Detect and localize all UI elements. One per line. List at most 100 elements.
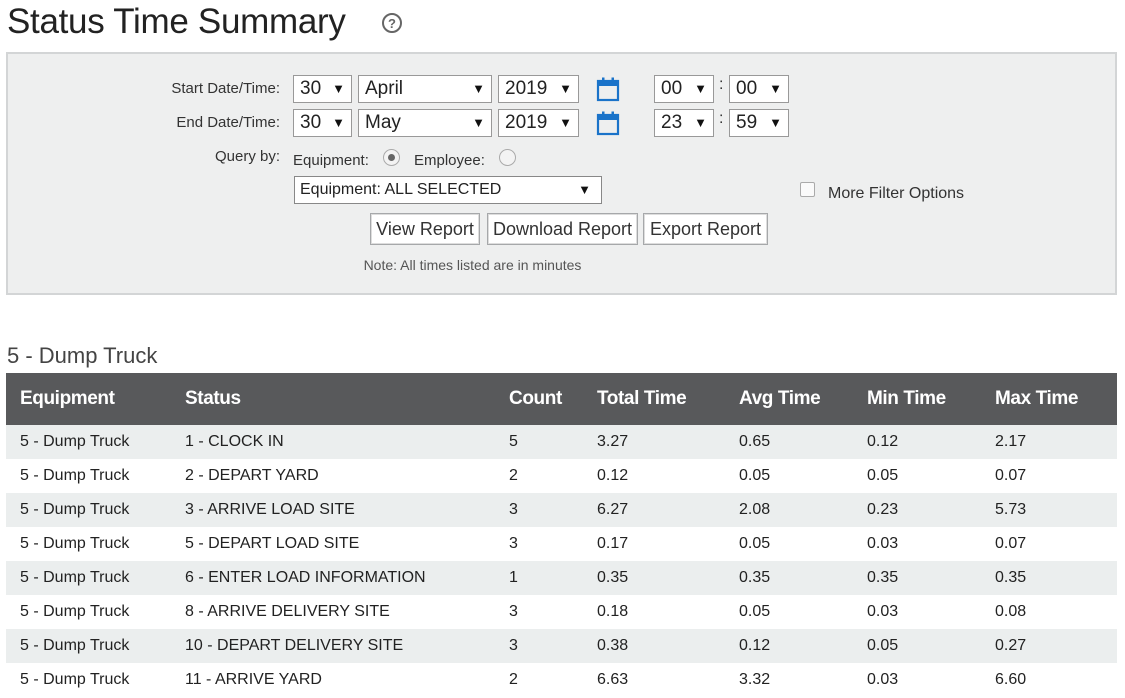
chevron-down-icon: ▼ [472,81,485,96]
equipment-radio-label: Equipment: [293,152,369,169]
start-year-value: 2019 [505,78,548,99]
column-header-avg-time[interactable]: Avg Time [725,373,853,425]
cell-count: 3 [495,629,583,663]
cell-equipment: 5 - Dump Truck [6,595,171,629]
page-title: Status Time Summary [7,2,346,41]
download-report-button[interactable]: Download Report [487,213,638,245]
cell-avg-time: 0.35 [725,561,853,595]
column-header-total-time[interactable]: Total Time [583,373,725,425]
view-report-button[interactable]: View Report [370,213,480,245]
end-month-select[interactable]: May ▼ [358,109,492,137]
more-filter-label[interactable]: More Filter Options [828,185,964,203]
cell-count: 3 [495,527,583,561]
cell-avg-time: 0.05 [725,459,853,493]
cell-count: 2 [495,459,583,493]
table-row: 5 - Dump Truck 3 - ARRIVE LOAD SITE 3 6.… [6,493,1117,527]
chevron-down-icon: ▼ [694,81,707,96]
cell-total-time: 0.18 [583,595,725,629]
cell-min-time: 0.03 [853,663,981,697]
chevron-down-icon: ▼ [559,115,572,130]
start-day-value: 30 [300,78,322,99]
cell-min-time: 0.23 [853,493,981,527]
start-year-select[interactable]: 2019 ▼ [498,75,579,103]
group-title: 5 - Dump Truck [7,343,158,368]
equipment-select-value: Equipment: ALL SELECTED [300,181,502,198]
cell-status: 6 - ENTER LOAD INFORMATION [171,561,495,595]
chevron-down-icon: ▼ [472,115,485,130]
cell-max-time: 5.73 [981,493,1117,527]
cell-max-time: 0.08 [981,595,1117,629]
cell-status: 1 - CLOCK IN [171,425,495,459]
chevron-down-icon: ▼ [559,81,572,96]
cell-status: 8 - ARRIVE DELIVERY SITE [171,595,495,629]
column-header-min-time[interactable]: Min Time [853,373,981,425]
end-datetime-label: End Date/Time: [176,114,280,131]
cell-status: 3 - ARRIVE LOAD SITE [171,493,495,527]
cell-count: 1 [495,561,583,595]
export-report-button[interactable]: Export Report [643,213,768,245]
cell-count: 2 [495,663,583,697]
time-separator: : [719,76,724,93]
cell-status: 10 - DEPART DELIVERY SITE [171,629,495,663]
column-header-max-time[interactable]: Max Time [981,373,1117,425]
equipment-radio[interactable] [383,149,400,166]
start-datetime-label: Start Date/Time: [171,80,280,97]
table-header-row: Equipment Status Count Total Time Avg Ti… [6,373,1117,425]
end-day-select[interactable]: 30 ▼ [293,109,352,137]
chevron-down-icon: ▼ [694,115,707,130]
cell-total-time: 0.38 [583,629,725,663]
calendar-icon[interactable] [596,76,620,102]
end-year-select[interactable]: 2019 ▼ [498,109,579,137]
table-row: 5 - Dump Truck 8 - ARRIVE DELIVERY SITE … [6,595,1117,629]
column-header-count[interactable]: Count [495,373,583,425]
calendar-icon[interactable] [596,110,620,136]
cell-max-time: 6.60 [981,663,1117,697]
cell-equipment: 5 - Dump Truck [6,561,171,595]
cell-total-time: 0.35 [583,561,725,595]
cell-max-time: 0.27 [981,629,1117,663]
cell-avg-time: 0.05 [725,527,853,561]
cell-total-time: 3.27 [583,425,725,459]
start-minute-value: 00 [736,78,758,99]
cell-avg-time: 2.08 [725,493,853,527]
start-hour-select[interactable]: 00 ▼ [654,75,714,103]
end-year-value: 2019 [505,112,548,133]
time-separator: : [719,110,724,127]
cell-avg-time: 0.12 [725,629,853,663]
cell-count: 3 [495,595,583,629]
cell-equipment: 5 - Dump Truck [6,663,171,697]
end-hour-select[interactable]: 23 ▼ [654,109,714,137]
column-header-status[interactable]: Status [171,373,495,425]
cell-min-time: 0.05 [853,629,981,663]
chevron-down-icon: ▼ [332,115,345,130]
employee-radio-label: Employee: [414,152,485,169]
cell-total-time: 0.17 [583,527,725,561]
query-by-label: Query by: [214,148,280,165]
start-month-select[interactable]: April ▼ [358,75,492,103]
column-header-equipment[interactable]: Equipment [6,373,171,425]
employee-radio[interactable] [499,149,516,166]
filter-panel: Start Date/Time: 30 ▼ April ▼ 2019 ▼ 00 … [6,52,1117,295]
cell-min-time: 0.03 [853,527,981,561]
table-row: 5 - Dump Truck 1 - CLOCK IN 5 3.27 0.65 … [6,425,1117,459]
minutes-note: Note: All times listed are in minutes [363,257,582,273]
start-day-select[interactable]: 30 ▼ [293,75,352,103]
cell-equipment: 5 - Dump Truck [6,459,171,493]
cell-min-time: 0.35 [853,561,981,595]
equipment-select[interactable]: Equipment: ALL SELECTED ▼ [294,176,602,204]
end-minute-select[interactable]: 59 ▼ [729,109,789,137]
cell-max-time: 0.07 [981,527,1117,561]
table-row: 5 - Dump Truck 10 - DEPART DELIVERY SITE… [6,629,1117,663]
cell-min-time: 0.03 [853,595,981,629]
more-filter-checkbox[interactable] [800,182,815,197]
end-minute-value: 59 [736,112,758,133]
end-month-value: May [365,112,401,133]
cell-status: 11 - ARRIVE YARD [171,663,495,697]
start-minute-select[interactable]: 00 ▼ [729,75,789,103]
start-month-value: April [365,78,404,99]
cell-total-time: 6.27 [583,493,725,527]
help-circle-icon[interactable]: ? [381,12,403,34]
chevron-down-icon: ▼ [769,81,782,96]
cell-max-time: 0.07 [981,459,1117,493]
cell-equipment: 5 - Dump Truck [6,527,171,561]
